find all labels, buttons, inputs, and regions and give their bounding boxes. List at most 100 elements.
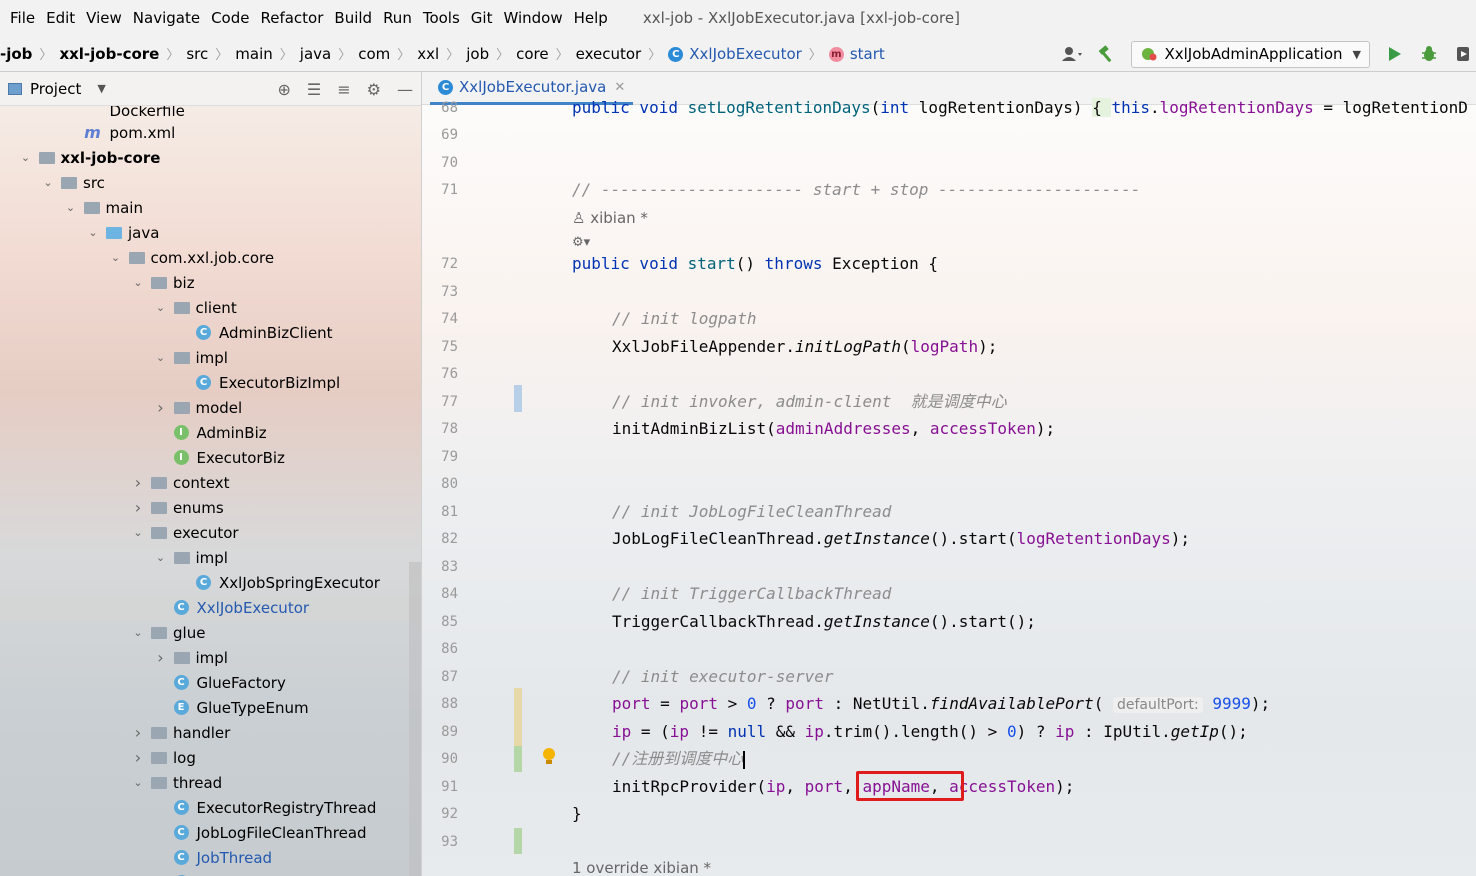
tree-item[interactable]: › enums <box>0 495 421 520</box>
breadcrumb-item[interactable]: job <box>466 45 489 63</box>
chevron-down-icon[interactable]: ⌄ <box>64 201 78 214</box>
chevron-down-icon[interactable]: ⌄ <box>131 276 145 289</box>
chevron-right-icon[interactable]: › <box>131 748 145 767</box>
highlight-box <box>856 771 964 801</box>
tree-item[interactable]: ⌄ thread <box>0 770 421 795</box>
locate-file-icon[interactable]: ⊕ <box>278 80 291 99</box>
chevron-down-icon[interactable]: ⌄ <box>41 176 55 189</box>
run-configuration-select[interactable]: XxlJobAdminApplication ▼ <box>1131 40 1370 68</box>
chevron-down-icon[interactable]: ⌄ <box>19 151 33 164</box>
tree-item[interactable]: ›IAdminBiz <box>0 420 421 445</box>
chevron-down-icon[interactable]: ▼ <box>97 82 105 95</box>
menu-build[interactable]: Build <box>334 9 372 27</box>
menu-refactor[interactable]: Refactor <box>260 9 323 27</box>
chevron-down-icon[interactable]: ⌄ <box>86 226 100 239</box>
tree-item[interactable]: ⌄ java <box>0 220 421 245</box>
tree-item[interactable]: › log <box>0 745 421 770</box>
tree-item[interactable]: ›IExecutorBiz <box>0 445 421 470</box>
tree-item[interactable]: ⌄ xxl-job-core <box>0 145 421 170</box>
tree-item[interactable]: ›CXxlJobSpringExecutor <box>0 570 421 595</box>
breadcrumb-item[interactable]: xxl <box>417 45 439 63</box>
tree-item[interactable]: ⌄ client <box>0 295 421 320</box>
tree-item[interactable]: ⌄ main <box>0 195 421 220</box>
chevron-down-icon[interactable]: ⌄ <box>131 526 145 539</box>
menu-view[interactable]: View <box>86 9 122 27</box>
tree-item[interactable]: › model <box>0 395 421 420</box>
user-icon[interactable] <box>1059 41 1085 67</box>
menu-edit[interactable]: Edit <box>46 9 75 27</box>
run-icon[interactable] <box>1382 41 1408 67</box>
breadcrumb-method[interactable]: m start <box>828 45 885 63</box>
tree-item[interactable]: ›EGlueTypeEnum <box>0 695 421 720</box>
chevron-down-icon[interactable]: ⌄ <box>131 626 145 639</box>
breadcrumb-item[interactable]: src <box>186 45 208 63</box>
chevron-down-icon[interactable]: ⌄ <box>154 351 168 364</box>
menu-help[interactable]: Help <box>574 9 608 27</box>
breadcrumb-item[interactable]: com <box>358 45 390 63</box>
expand-all-icon[interactable]: ☰ <box>307 80 321 99</box>
line-number: 88 <box>441 696 458 712</box>
breadcrumb-item[interactable]: -job <box>0 45 32 63</box>
close-icon[interactable]: ✕ <box>614 80 625 95</box>
menu-file[interactable]: File <box>10 9 35 27</box>
menu-run[interactable]: Run <box>383 9 412 27</box>
chevron-down-icon[interactable]: ⌄ <box>131 776 145 789</box>
tree-item[interactable]: ⌄ com.xxl.job.core <box>0 245 421 270</box>
tree-item[interactable]: ⌄ biz <box>0 270 421 295</box>
inspect-icon[interactable]: ⚙▾ <box>572 235 590 250</box>
tree-item[interactable]: ⌄ impl <box>0 345 421 370</box>
menu-code[interactable]: Code <box>211 9 249 27</box>
chevron-down-icon[interactable]: ⌄ <box>154 301 168 314</box>
build-hammer-icon[interactable] <box>1093 41 1119 67</box>
chevron-down-icon[interactable]: ⌄ <box>109 251 123 264</box>
project-panel-title[interactable]: Project <box>30 80 81 98</box>
breadcrumb-item[interactable]: main <box>235 45 272 63</box>
tree-item[interactable]: ⌄ impl <box>0 545 421 570</box>
code-line-87: // init executor-server <box>612 667 834 686</box>
menu-git[interactable]: Git <box>471 9 493 27</box>
tree-item[interactable]: ›mpom.xml <box>0 120 421 145</box>
menu-window[interactable]: Window <box>503 9 562 27</box>
run-with-coverage-icon[interactable] <box>1450 41 1476 67</box>
code-area[interactable]: public void setLogRetentionDays(int logR… <box>572 98 1476 876</box>
tree-item[interactable]: › impl <box>0 645 421 670</box>
line-number: 80 <box>441 476 458 492</box>
breadcrumb-item[interactable]: java <box>300 45 331 63</box>
project-tree-scrollbar[interactable] <box>409 562 421 876</box>
tree-item[interactable]: ›CXxlJobExecutor <box>0 595 421 620</box>
menu-navigate[interactable]: Navigate <box>133 9 200 27</box>
breadcrumb-item[interactable]: executor <box>576 45 642 63</box>
tree-item[interactable]: ›CExecutorRegistryThread <box>0 795 421 820</box>
chevron-down-icon[interactable]: ⌄ <box>154 551 168 564</box>
line-number: 83 <box>441 559 458 575</box>
tree-item[interactable]: ›CJobThread <box>0 845 421 870</box>
collapse-all-icon[interactable]: ≡ <box>337 80 350 99</box>
chevron-right-icon[interactable]: › <box>131 473 145 492</box>
tree-item[interactable]: ›CExecutorBizImpl <box>0 370 421 395</box>
gear-icon[interactable]: ⚙ <box>367 80 381 99</box>
tree-item[interactable]: ⌄ src <box>0 170 421 195</box>
breadcrumb-item[interactable]: core <box>516 45 549 63</box>
tree-item[interactable]: ›Dockerfile <box>0 106 421 120</box>
menu-tools[interactable]: Tools <box>423 9 460 27</box>
line-number: 81 <box>441 504 458 520</box>
tree-item[interactable]: ›CJobLogFileCleanThread <box>0 820 421 845</box>
breadcrumb-item[interactable]: xxl-job-core <box>59 45 159 63</box>
tree-item[interactable]: › handler <box>0 720 421 745</box>
breadcrumb-class[interactable]: C XxlJobExecutor <box>668 45 802 63</box>
file-icon <box>84 106 102 120</box>
tree-item[interactable]: ›CAdminBizClient <box>0 320 421 345</box>
tree-item[interactable]: ⌄ glue <box>0 620 421 645</box>
lightbulb-icon[interactable] <box>542 748 556 766</box>
tree-item[interactable]: ›CTriggerCallbackThread <box>0 870 421 876</box>
chevron-right-icon[interactable]: › <box>154 398 168 417</box>
chevron-right-icon[interactable]: › <box>154 648 168 667</box>
tree-item[interactable]: › context <box>0 470 421 495</box>
hide-panel-icon[interactable]: — <box>397 80 413 99</box>
tree-item[interactable]: ›CGlueFactory <box>0 670 421 695</box>
chevron-right-icon[interactable]: › <box>131 498 145 517</box>
debug-bug-icon[interactable] <box>1416 41 1442 67</box>
project-panel-tools: ⊕ ☰ ≡ ⚙ — <box>262 72 414 106</box>
chevron-right-icon[interactable]: › <box>131 723 145 742</box>
tree-item[interactable]: ⌄ executor <box>0 520 421 545</box>
